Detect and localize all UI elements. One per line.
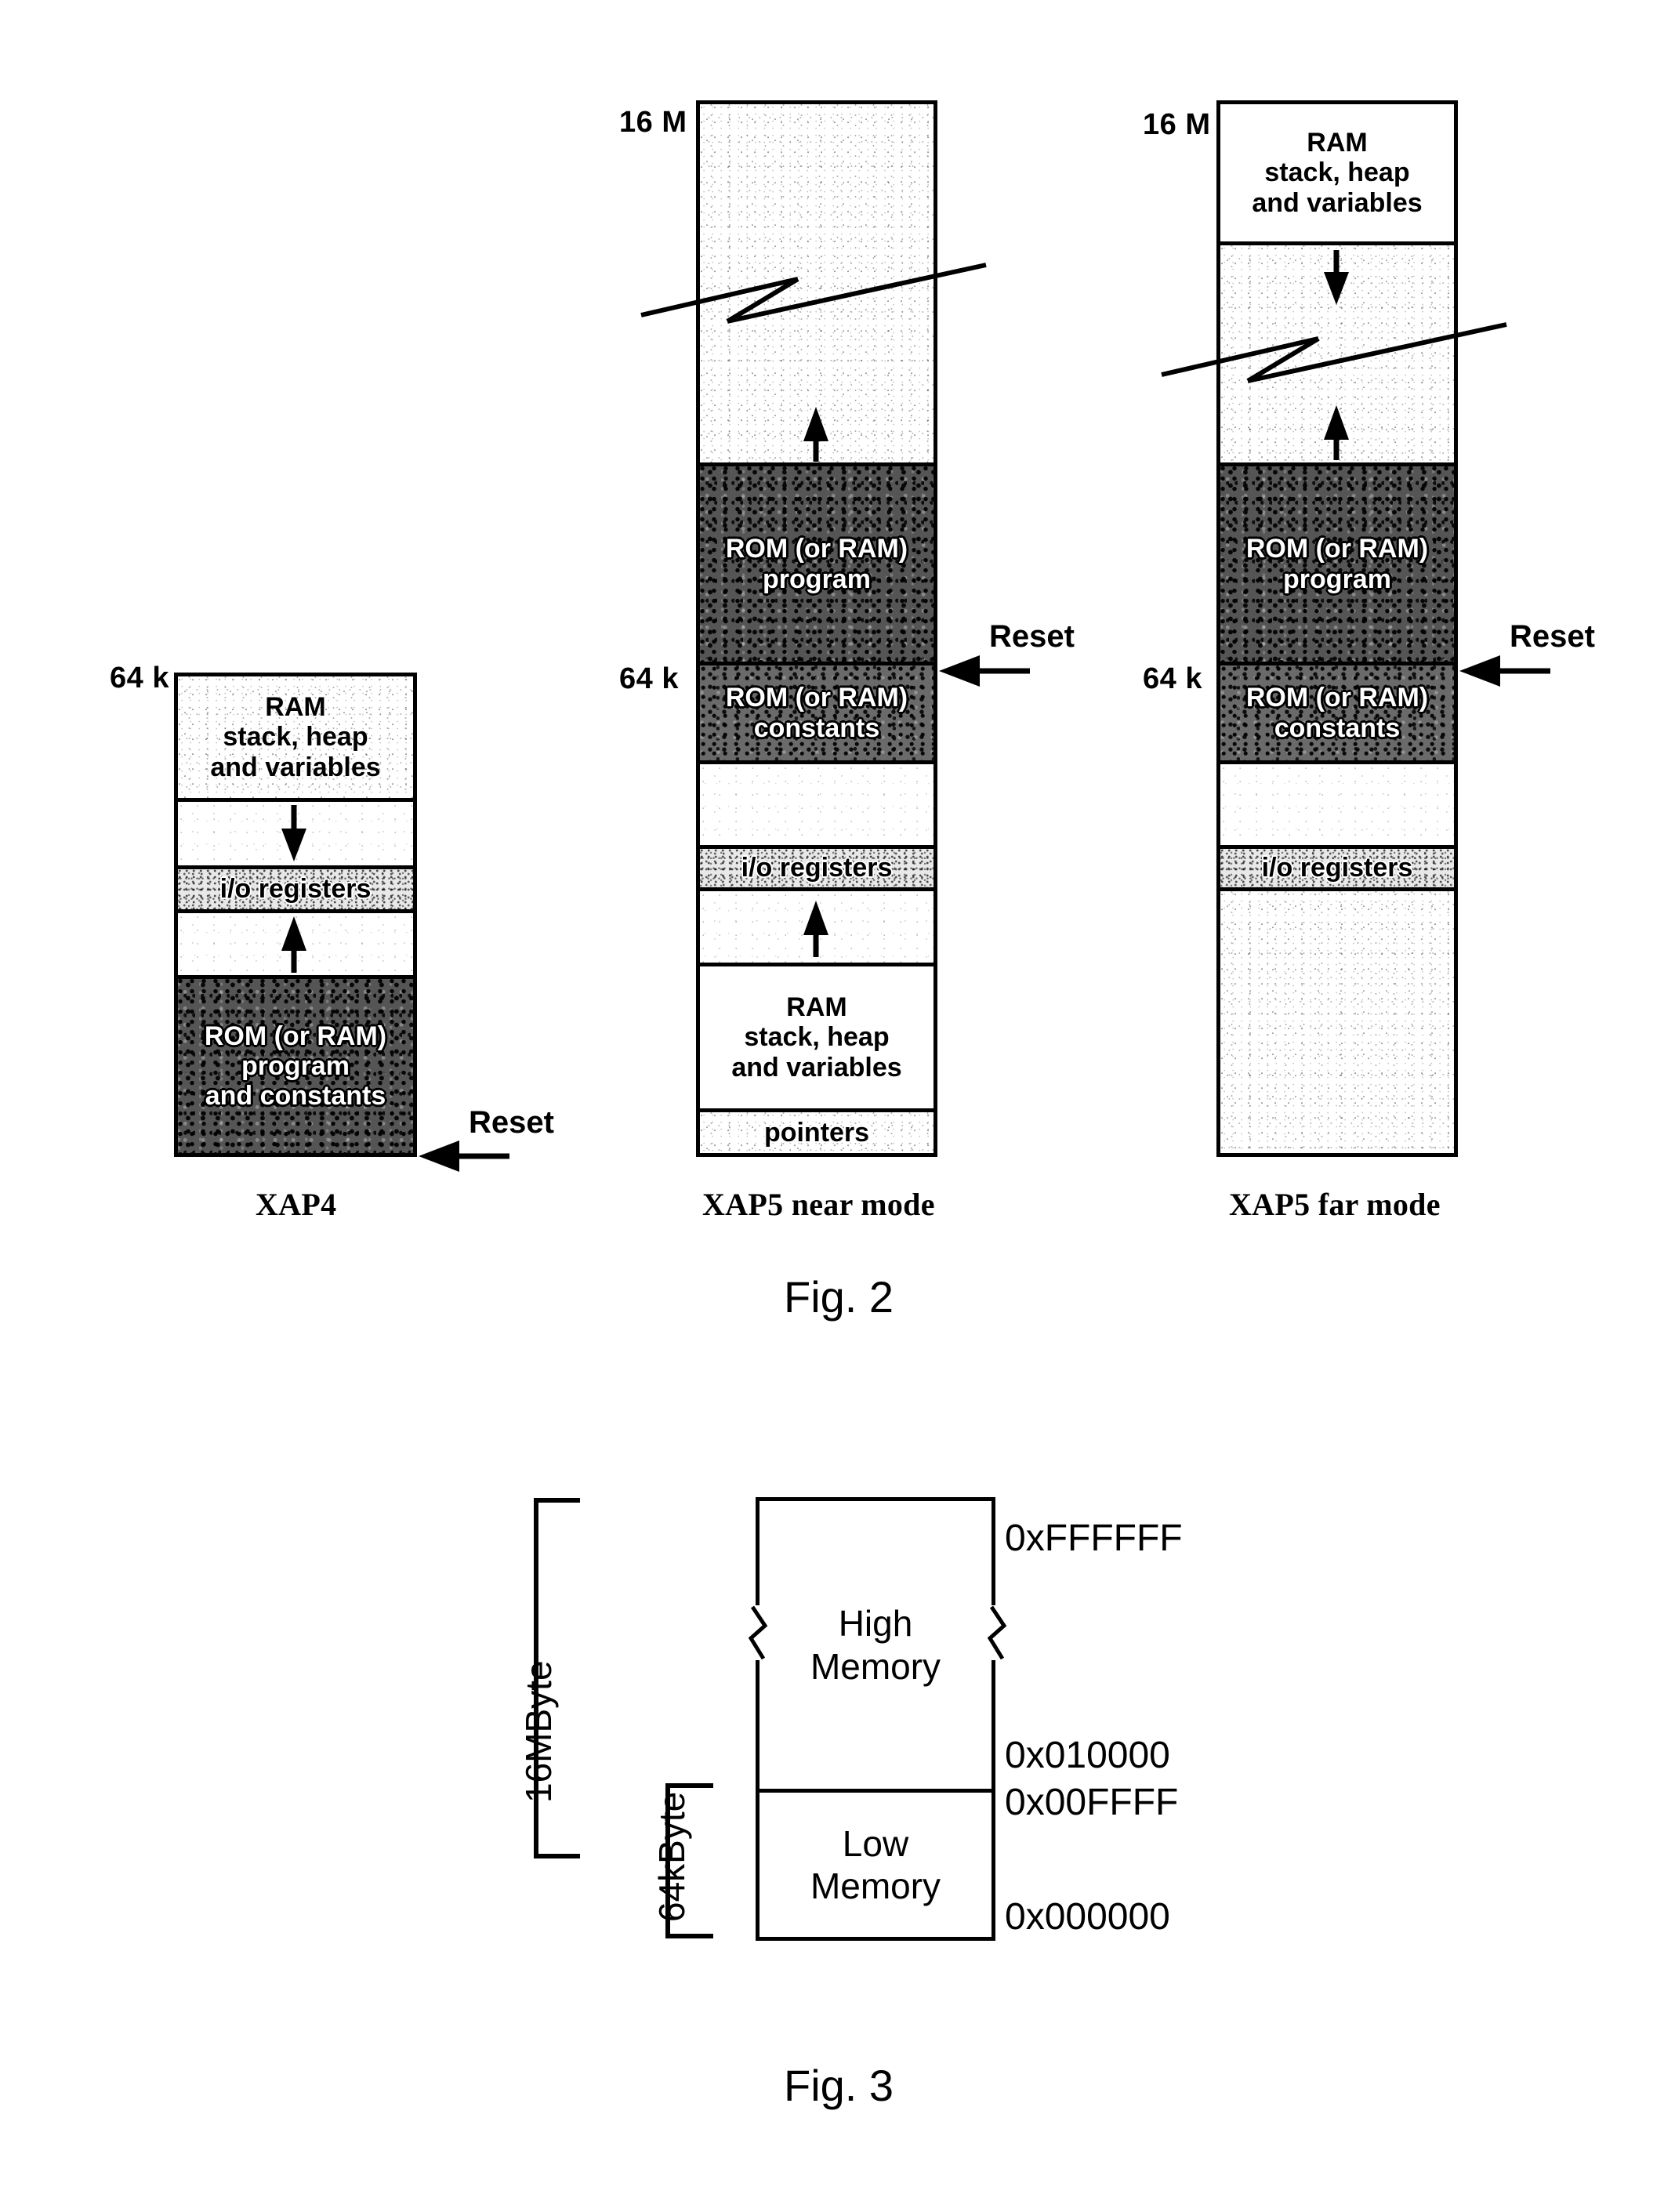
xap5-far-block-ram-label: RAM stack, heap and variables bbox=[1252, 128, 1423, 218]
high-memory-break-right-icon bbox=[987, 1605, 1007, 1660]
xap5-far-block-io-registers-label: i/o registers bbox=[1261, 853, 1413, 883]
xap4-block-rom-label: ROM (or RAM) program and constants bbox=[204, 1021, 387, 1111]
xap5-near-block-rom-constants-label: ROM (or RAM) constants bbox=[725, 683, 908, 743]
heap-grow-up-arrow bbox=[803, 901, 828, 957]
xap4-caption: XAP4 bbox=[256, 1187, 337, 1222]
xap4-reset-arrow bbox=[419, 1140, 509, 1172]
figure3-low-memory: Low Memory bbox=[759, 1793, 992, 1937]
figure3-low-memory-label: Low Memory bbox=[810, 1822, 941, 1906]
xap5-far-block-ram: RAM stack, heap and variables bbox=[1220, 104, 1454, 245]
xap4-block-ram: RAM stack, heap and variables bbox=[178, 676, 413, 802]
xap4-block-rom: ROM (or RAM) program and constants bbox=[178, 979, 413, 1153]
low-memory-bracket-label: 64kByte bbox=[651, 1791, 692, 1922]
xap5-near-block-io-registers: i/o registers bbox=[700, 849, 934, 891]
xap5-far-block-gap-a bbox=[1220, 764, 1454, 849]
xap5-far-reset-arrow bbox=[1459, 655, 1550, 687]
xap5-far-block-rom-program: ROM (or RAM) program bbox=[1220, 466, 1454, 665]
xap5-near-break-marker bbox=[640, 263, 987, 324]
xap5-near-block-rom-program: ROM (or RAM) program bbox=[700, 466, 934, 665]
xap5-near-block-rom-program-label: ROM (or RAM) program bbox=[725, 534, 908, 594]
xap5-near-block-ram: RAM stack, heap and variables bbox=[700, 966, 934, 1112]
xap5-far-block-io-registers: i/o registers bbox=[1220, 849, 1454, 891]
xap5-near-reset-label: Reset bbox=[989, 619, 1075, 654]
figure3-high-memory: High Memory bbox=[759, 1501, 992, 1793]
total-memory-bracket-label: 16MByte bbox=[518, 1660, 559, 1803]
xap5-far-mid-label: 64 k bbox=[1143, 662, 1202, 695]
heap-grow-up-arrow bbox=[803, 407, 828, 462]
address-top: 0xFFFFFF bbox=[1005, 1518, 1183, 1559]
xap5-far-memory-map: RAM stack, heap and variables ROM (or RA… bbox=[1216, 100, 1458, 1157]
address-bottom: 0x000000 bbox=[1005, 1896, 1170, 1938]
xap5-far-block-rom-constants-label: ROM (or RAM) constants bbox=[1245, 683, 1429, 743]
xap5-far-break-marker bbox=[1161, 322, 1507, 383]
xap4-block-gap-lower bbox=[178, 913, 413, 979]
xap4-memory-map: RAM stack, heap and variables i/o regist… bbox=[174, 673, 417, 1157]
xap4-block-gap-upper bbox=[178, 802, 413, 869]
heap-grow-up-arrow bbox=[281, 916, 306, 973]
address-high-low-upper: 0x010000 bbox=[1005, 1735, 1170, 1776]
figure3-label: Fig. 3 bbox=[784, 2061, 894, 2110]
xap5-far-block-rom-constants: ROM (or RAM) constants bbox=[1220, 665, 1454, 764]
xap5-near-block-rom-constants: ROM (or RAM) constants bbox=[700, 665, 934, 764]
xap5-near-block-io-registers-label: i/o registers bbox=[741, 853, 893, 883]
figure3-high-memory-label: High Memory bbox=[810, 1603, 941, 1687]
xap5-near-top-label: 16 M bbox=[619, 106, 687, 139]
xap5-far-caption: XAP5 far mode bbox=[1229, 1187, 1441, 1222]
xap4-top-label: 64 k bbox=[110, 662, 169, 694]
xap5-far-block-rom-program-label: ROM (or RAM) program bbox=[1245, 534, 1429, 594]
figure3-memory-box: High Memory Low Memory bbox=[756, 1497, 995, 1941]
stack-grow-down-arrow bbox=[1324, 250, 1349, 305]
xap5-near-mid-label: 64 k bbox=[619, 662, 679, 695]
xap4-block-io-registers: i/o registers bbox=[178, 869, 413, 913]
xap5-near-block-pointers: pointers bbox=[700, 1112, 934, 1153]
xap5-near-reset-arrow bbox=[939, 655, 1030, 687]
xap5-far-top-label: 16 M bbox=[1143, 108, 1211, 141]
xap4-block-ram-label: RAM stack, heap and variables bbox=[210, 692, 381, 782]
address-high-low-lower: 0x00FFFF bbox=[1005, 1782, 1179, 1823]
xap5-far-block-low bbox=[1220, 891, 1454, 1153]
xap4-block-io-registers-label: i/o registers bbox=[219, 874, 372, 905]
xap5-far-reset-label: Reset bbox=[1510, 619, 1595, 654]
xap5-near-caption: XAP5 near mode bbox=[702, 1187, 935, 1222]
stack-grow-down-arrow bbox=[281, 805, 306, 861]
xap5-near-block-gap-a bbox=[700, 764, 934, 849]
high-memory-break-left-icon bbox=[748, 1605, 768, 1660]
figure2-label: Fig. 2 bbox=[784, 1272, 894, 1322]
heap-grow-up-arrow bbox=[1324, 405, 1349, 460]
xap5-near-block-pointers-label: pointers bbox=[763, 1117, 870, 1148]
xap5-near-block-ram-label: RAM stack, heap and variables bbox=[731, 992, 902, 1082]
xap5-near-block-gap-b bbox=[700, 891, 934, 966]
xap4-reset-label: Reset bbox=[469, 1105, 554, 1140]
